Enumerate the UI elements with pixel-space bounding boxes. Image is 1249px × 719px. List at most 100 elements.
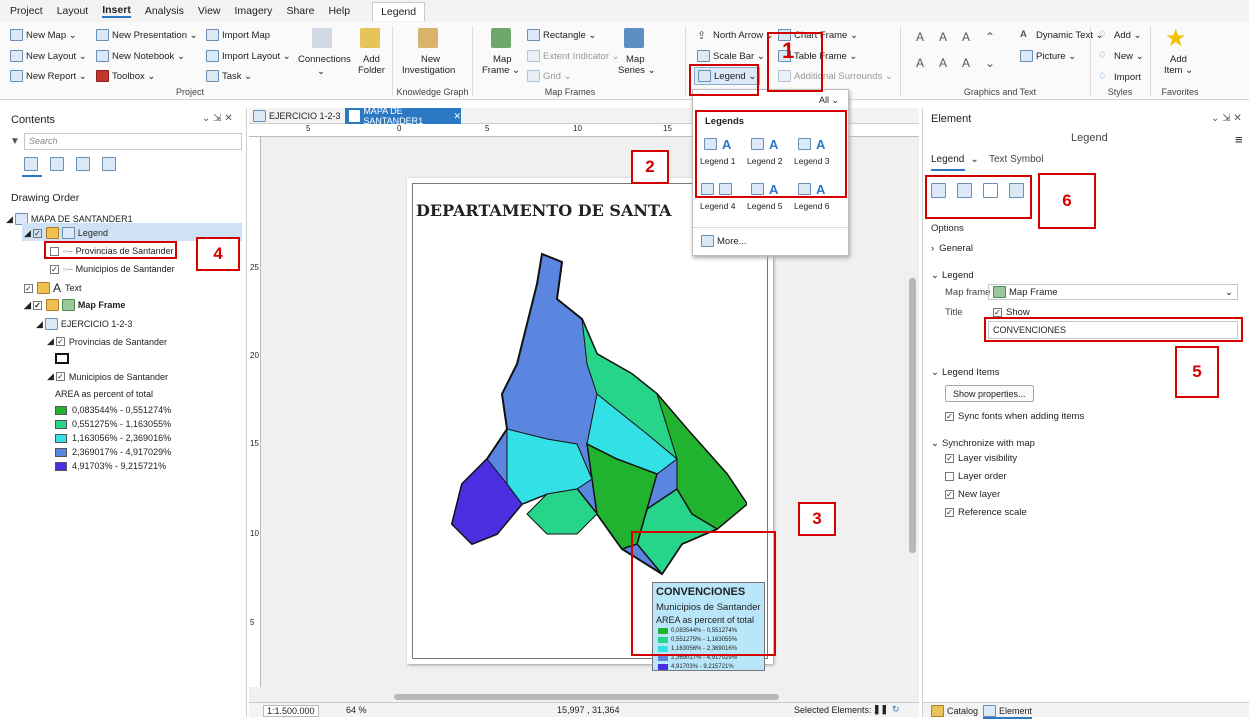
visibility-checkbox[interactable]: ✓ <box>55 337 65 346</box>
scale-bar-button[interactable]: Scale Bar ⌄ <box>697 50 765 62</box>
text-styles-gallery[interactable]: A A A ⌃ A A A ⌄ <box>916 30 1006 80</box>
close-icon[interactable]: ✕ <box>453 111 461 122</box>
new-map-button[interactable]: New Map ⌄ <box>10 29 77 41</box>
investigation-icon[interactable] <box>418 28 438 48</box>
checkbox[interactable]: ✓ <box>945 454 954 463</box>
extent-indicator-button[interactable]: Extent Indicator ⌄ <box>527 50 620 62</box>
style-add-button[interactable]: ♢ Add ⌄ <box>1098 29 1142 41</box>
north-arrow-button[interactable]: ⇪ North Arrow ⌄ <box>697 29 774 43</box>
rectangle-button[interactable]: Rectangle ⌄ <box>527 29 596 41</box>
tab-text-symbol[interactable]: Text Symbol <box>989 154 1043 165</box>
import-map-button[interactable]: Import Map <box>206 29 270 41</box>
selection-icon[interactable] <box>50 157 64 171</box>
gallery-more-button[interactable]: More... <box>701 235 747 247</box>
add-item-label-1[interactable]: Add <box>1170 54 1187 65</box>
new-layer-checkbox[interactable]: ✓ New layer <box>945 489 1000 500</box>
investigation-label-2[interactable]: Investigation <box>402 65 455 76</box>
tree-legend-municipios[interactable]: ✓ ▫─ Municipios de Santander <box>50 264 175 274</box>
checkbox[interactable] <box>945 472 954 481</box>
menu-project[interactable]: Project <box>10 5 43 17</box>
class-item-3[interactable]: 1,163056% - 2,369016% <box>55 433 171 443</box>
checkbox[interactable]: ✓ <box>945 490 954 499</box>
menu-share[interactable]: Share <box>286 5 314 17</box>
menu-icon[interactable]: ≡ <box>1235 132 1243 147</box>
reference-scale-checkbox[interactable]: ✓ Reference scale <box>945 507 1027 518</box>
class-item-4[interactable]: 2,369017% - 4,917029% <box>55 447 171 457</box>
tab-ejercicio[interactable]: EJERCICIO 1-2-3 <box>253 109 341 123</box>
layer-order-checkbox[interactable]: Layer order <box>945 471 1007 482</box>
add-folder-label-2[interactable]: Folder <box>358 65 385 76</box>
map-frame-label-2[interactable]: Frame ⌄ <box>482 65 520 76</box>
new-layout-button[interactable]: New Layout ⌄ <box>10 50 87 62</box>
star-icon[interactable]: ★ <box>1165 24 1187 53</box>
catalog-tab[interactable]: Catalog <box>931 705 978 717</box>
add-item-label-2[interactable]: Item ⌄ <box>1164 65 1193 76</box>
tab-legend[interactable]: Legend ⌄ <box>931 154 979 165</box>
style-import-button[interactable]: ♢ Import <box>1098 71 1141 83</box>
map-frame-label-1[interactable]: Map <box>493 54 511 65</box>
zoom-level[interactable]: 64 % <box>346 705 367 715</box>
filter-icon[interactable]: ▼ <box>10 136 20 147</box>
layer-visibility-checkbox[interactable]: ✓ Layer visibility <box>945 453 1017 464</box>
picture-button[interactable]: Picture ⌄ <box>1020 50 1076 62</box>
sync-fonts-checkbox[interactable]: ✓ Sync fonts when adding items <box>945 411 1084 422</box>
scale-selector[interactable]: 1:1.500.000 <box>263 705 319 717</box>
checkbox[interactable]: ✓ <box>945 412 954 421</box>
menu-imagery[interactable]: Imagery <box>235 5 273 17</box>
new-report-button[interactable]: New Report ⌄ <box>10 70 87 82</box>
tree-municipios-layer[interactable]: ◢ ✓ Municipios de Santander <box>47 371 168 382</box>
add-folder-icon[interactable] <box>360 28 380 48</box>
editing-icon[interactable] <box>76 157 90 171</box>
task-button[interactable]: Task ⌄ <box>206 70 252 82</box>
toolbox-button[interactable]: Toolbox ⌄ <box>96 70 155 82</box>
vertical-scrollbar[interactable] <box>909 278 916 553</box>
map-series-label-1[interactable]: Map <box>626 54 644 65</box>
legend-section[interactable]: ⌄ Legend <box>931 270 974 281</box>
visibility-checkbox[interactable]: ✓ <box>55 372 65 381</box>
map-frame-select[interactable]: Map Frame ⌄ <box>988 284 1238 300</box>
layout-title[interactable]: DEPARTAMENTO DE SANTA <box>416 201 671 220</box>
search-input[interactable]: Search <box>24 133 242 150</box>
checkbox[interactable]: ✓ <box>993 308 1002 317</box>
connections-label[interactable]: Connections <box>298 54 351 65</box>
checkbox[interactable]: ✓ <box>945 508 954 517</box>
drawing-order-icon[interactable] <box>24 157 38 171</box>
pane-options-icon[interactable]: ⌄ ⇲ ✕ <box>1211 113 1242 124</box>
pane-options-icon[interactable]: ⌄ ⇲ ✕ <box>202 113 233 124</box>
tree-text[interactable]: ✓ A Text <box>24 281 82 295</box>
menu-legend-context[interactable]: Legend <box>372 1 426 21</box>
class-item-1[interactable]: 0,083544% - 0,551274% <box>55 405 171 415</box>
connections-icon[interactable] <box>312 28 332 48</box>
show-properties-button[interactable]: Show properties... <box>945 385 1034 402</box>
tree-ejercicio[interactable]: ◢ EJERCICIO 1-2-3 <box>36 318 132 330</box>
map-series-label-2[interactable]: Series ⌄ <box>618 65 656 76</box>
tree-legend[interactable]: ◢ ✓ Legend <box>24 227 108 239</box>
map-frame-icon[interactable] <box>491 28 511 48</box>
style-new-button[interactable]: ♢ New ⌄ <box>1098 50 1144 62</box>
map-series-icon[interactable] <box>624 28 644 48</box>
visibility-checkbox[interactable]: ✓ <box>32 300 42 310</box>
menu-insert[interactable]: Insert <box>102 4 131 18</box>
connections-caret[interactable]: ⌄ <box>317 66 325 77</box>
visibility-checkbox[interactable]: ✓ <box>24 283 33 293</box>
menu-view[interactable]: View <box>198 5 221 17</box>
sync-map-section[interactable]: ⌄ Synchronize with map <box>931 438 1035 449</box>
grid-button[interactable]: Grid ⌄ <box>527 70 572 82</box>
menu-analysis[interactable]: Analysis <box>145 5 184 17</box>
tree-map-frame[interactable]: ◢ ✓ Map Frame <box>24 299 125 311</box>
new-presentation-button[interactable]: New Presentation ⌄ <box>96 29 198 41</box>
gallery-filter[interactable]: All ⌄ <box>819 95 839 106</box>
investigation-label-1[interactable]: New <box>421 54 440 65</box>
visibility-checkbox[interactable]: ✓ <box>32 228 42 238</box>
horizontal-scrollbar[interactable] <box>394 694 779 700</box>
menu-help[interactable]: Help <box>328 5 350 17</box>
class-item-5[interactable]: 4,91703% - 9,215721% <box>55 461 166 471</box>
tab-mapa-santander[interactable]: MAPA DE SANTANDER1 ✕ <box>345 106 461 126</box>
class-item-2[interactable]: 0,551275% - 1,163055% <box>55 419 171 429</box>
visibility-checkbox[interactable]: ✓ <box>50 264 59 274</box>
provincias-symbol[interactable] <box>55 353 69 364</box>
add-folder-label-1[interactable]: Add <box>363 54 380 65</box>
new-notebook-button[interactable]: New Notebook ⌄ <box>96 50 185 62</box>
legend-items-section[interactable]: ⌄ Legend Items <box>931 367 1000 378</box>
tree-provincias-layer[interactable]: ◢ ✓ Provincias de Santander <box>47 336 167 347</box>
